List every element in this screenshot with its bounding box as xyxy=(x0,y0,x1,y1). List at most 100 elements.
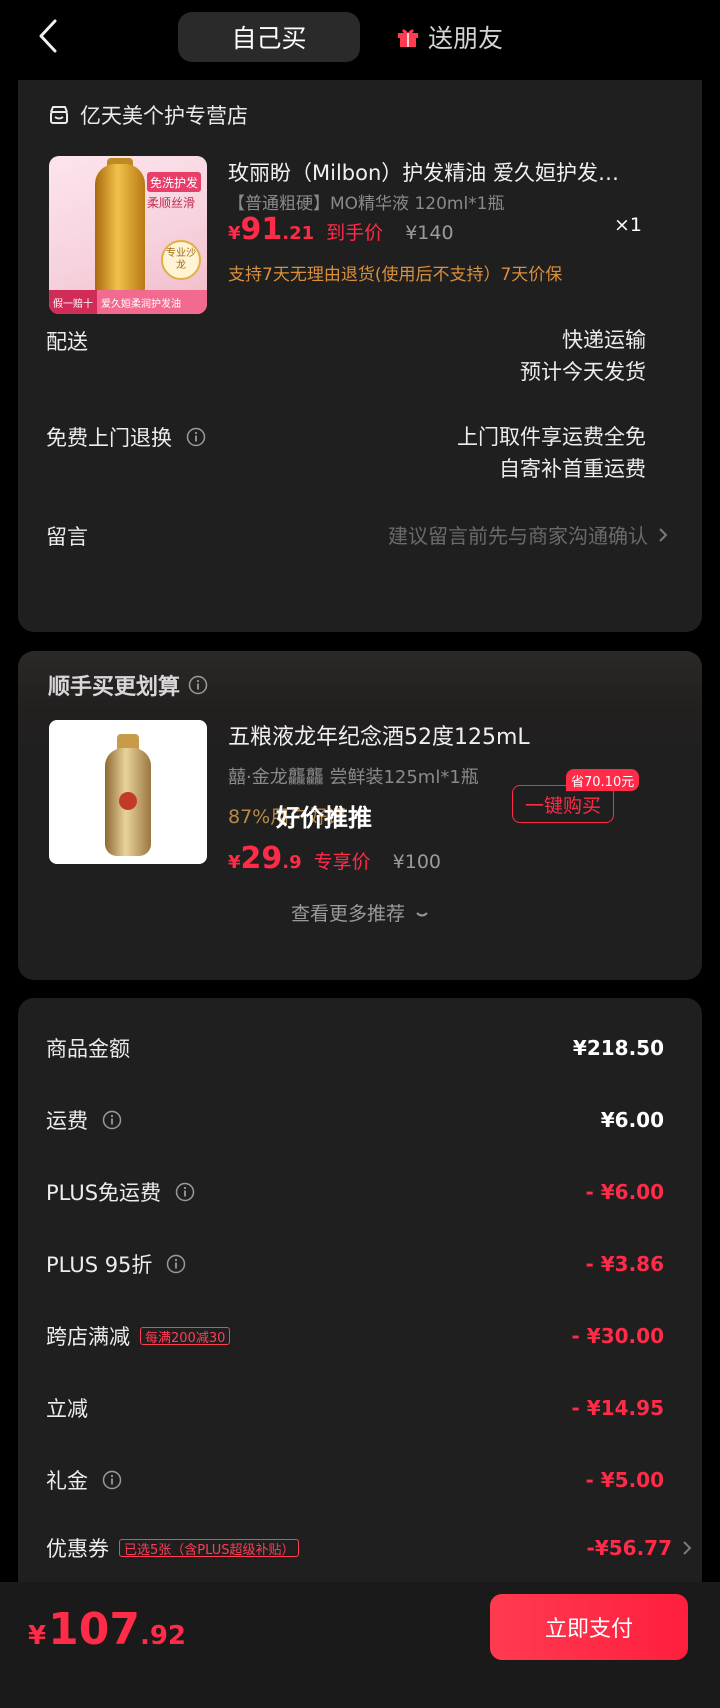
tab-buy-for-self[interactable]: 自己买 xyxy=(178,12,360,62)
summary-label: 立减 xyxy=(46,1397,88,1421)
free-return-info[interactable]: 上门取件享运费全免 自寄补首重运费 xyxy=(457,421,646,485)
bottom-payment-bar: ¥ 107 .92 立即支付 xyxy=(0,1582,720,1708)
summary-label: 优惠券 xyxy=(46,1537,109,1561)
free-return-label: 免费上门退换 xyxy=(46,426,172,450)
coupon-value-wrap: -¥56.77 xyxy=(587,1536,692,1560)
product-title[interactable]: 玫丽盼（Milbon）护发精油 爱久姮护发精… xyxy=(228,157,628,187)
free-return-line2: 自寄补首重运费 xyxy=(499,457,646,481)
image-footer: 假一赔十 爱久姮柔润护发油 xyxy=(49,290,207,314)
original-price: ¥100 xyxy=(392,851,442,873)
summary-row-instant-discount: 立减 - ¥14.95 xyxy=(46,1388,664,1428)
store-name: 亿天美个护专营店 xyxy=(80,104,248,128)
total-decimal: .92 xyxy=(139,1621,187,1651)
summary-label-wrap: PLUS免运费 xyxy=(46,1177,195,1207)
summary-row-plus-discount: PLUS 95折 - ¥3.86 xyxy=(46,1244,664,1284)
summary-label-wrap: PLUS 95折 xyxy=(46,1249,186,1279)
info-icon[interactable] xyxy=(166,1254,186,1274)
coupon-selected-tag: 已选5张（含PLUS超级补贴） xyxy=(119,1539,300,1558)
back-button[interactable] xyxy=(30,16,66,56)
recommendation-title-row: 顺手买更划算 xyxy=(48,669,208,701)
free-return-row: 免费上门退换 xyxy=(46,422,206,452)
see-more-recommendations-link[interactable]: 查看更多推荐 xyxy=(18,899,702,926)
product-image[interactable]: 免洗护发 柔顺丝滑 专业沙龙 假一赔十 爱久姮柔润护发油 xyxy=(49,156,207,314)
summary-row-cross-store-discount: 跨店满减 每满200减30 - ¥30.00 xyxy=(46,1316,664,1356)
price-currency: ¥ xyxy=(228,852,241,873)
info-icon[interactable] xyxy=(102,1470,122,1490)
info-icon[interactable] xyxy=(188,675,208,695)
message-placeholder: 建议留言前先与商家沟通确认 xyxy=(388,524,648,548)
summary-label: PLUS免运费 xyxy=(46,1181,162,1205)
summary-row-gift-money: 礼金 - ¥5.00 xyxy=(46,1460,664,1500)
product-price-row: ¥ 91 .21 到手价 ¥140 xyxy=(228,212,454,252)
image-headline: 柔顺丝滑 xyxy=(147,196,196,210)
tab-self-label: 自己买 xyxy=(231,24,307,53)
summary-row-goods-amount: 商品金额 ¥218.50 xyxy=(46,1028,664,1068)
chevron-right-icon xyxy=(683,1541,692,1555)
pay-now-button[interactable]: 立即支付 xyxy=(490,1594,688,1660)
image-seal: 专业沙龙 xyxy=(161,240,201,280)
summary-label: 运费 xyxy=(46,1109,88,1133)
summary-label-wrap: 运费 xyxy=(46,1105,122,1135)
delivery-info[interactable]: 快递运输 预计今天发货 xyxy=(520,324,646,388)
product-sku[interactable]: 【普通粗硬】MO精华液 120ml*1瓶 xyxy=(228,189,505,214)
summary-value: - ¥3.86 xyxy=(585,1252,664,1276)
discount-rule-tag: 每满200减30 xyxy=(140,1327,231,1346)
summary-value: - ¥5.00 xyxy=(585,1468,664,1492)
info-icon[interactable] xyxy=(102,1110,122,1130)
image-footer-left: 假一赔十 xyxy=(49,290,97,314)
summary-row-shipping: 运费 ¥6.00 xyxy=(46,1100,664,1140)
recommended-product-image[interactable] xyxy=(49,720,207,864)
chevron-down-icon xyxy=(416,912,428,917)
service-promise: 支持7天无理由退货(使用后不支持）7天价保 xyxy=(228,265,563,285)
delivery-method: 快递运输 xyxy=(562,328,646,352)
total-integer: 107 xyxy=(48,1604,140,1655)
top-bar: 自己买 送朋友 xyxy=(0,0,720,78)
summary-label: 跨店满减 xyxy=(46,1325,130,1349)
store-icon xyxy=(50,106,68,124)
free-return-line1: 上门取件享运费全免 xyxy=(457,425,646,449)
recommendation-card: 顺手买更划算 五粮液龙年纪念酒52度125mL 囍·金龙龘龘 尝鲜装125ml*… xyxy=(18,651,702,980)
summary-label: 礼金 xyxy=(46,1469,88,1493)
price-currency: ¥ xyxy=(228,223,241,244)
savings-badge: 省70.10元 xyxy=(566,769,640,791)
image-badge: 免洗护发 xyxy=(147,172,201,192)
original-price: ¥140 xyxy=(405,222,454,244)
chevron-right-icon xyxy=(659,527,668,542)
total-currency: ¥ xyxy=(28,1621,47,1651)
recommended-product-name[interactable]: 五粮液龙年纪念酒52度125mL xyxy=(228,719,530,751)
tab-send-to-friend[interactable]: 送朋友 xyxy=(396,12,503,62)
summary-value: - ¥6.00 xyxy=(585,1180,664,1204)
info-icon[interactable] xyxy=(186,427,206,447)
tab-friend-label: 送朋友 xyxy=(428,24,504,53)
summary-value: - ¥14.95 xyxy=(571,1396,664,1420)
summary-label: PLUS 95折 xyxy=(46,1253,153,1277)
summary-row-plus-free-shipping: PLUS免运费 - ¥6.00 xyxy=(46,1172,664,1212)
price-integer: 91 xyxy=(240,212,283,247)
product-quantity: ×1 xyxy=(614,214,643,236)
summary-value: -¥56.77 xyxy=(586,1536,672,1560)
chevron-left-icon xyxy=(39,19,57,53)
store-order-card: 亿天美个护专营店 免洗护发 柔顺丝滑 专业沙龙 假一赔十 爱久姮柔润护发油 玫丽… xyxy=(18,80,702,632)
info-icon[interactable] xyxy=(175,1182,195,1202)
total-price: ¥ 107 .92 xyxy=(28,1604,186,1655)
store-header[interactable]: 亿天美个护专营店 xyxy=(48,98,248,132)
good-price-overlay: 好价推推 xyxy=(276,804,372,832)
message-input[interactable]: 建议留言前先与商家沟通确认 xyxy=(388,520,668,549)
price-decimal: .9 xyxy=(282,852,302,873)
summary-label-wrap: 跨店满减 每满200减30 xyxy=(46,1321,231,1351)
summary-label-wrap: 礼金 xyxy=(46,1465,122,1495)
summary-label-wrap: 优惠券 已选5张（含PLUS超级补贴） xyxy=(46,1533,300,1563)
message-label: 留言 xyxy=(46,525,88,549)
delivery-eta: 预计今天发货 xyxy=(520,360,646,384)
image-footer-right: 爱久姮柔润护发油 xyxy=(101,298,181,310)
summary-value: ¥6.00 xyxy=(600,1108,664,1132)
recommended-product-sku: 囍·金龙龘龘 尝鲜装125ml*1瓶 xyxy=(228,767,479,788)
bottle-seal-graphic xyxy=(119,792,137,810)
price-integer: 29 xyxy=(240,841,283,876)
price-label: 专享价 xyxy=(313,851,371,873)
price-label: 到手价 xyxy=(326,222,384,244)
delivery-label: 配送 xyxy=(46,330,88,354)
summary-label: 商品金额 xyxy=(46,1037,130,1061)
summary-row-coupon[interactable]: 优惠券 已选5张（含PLUS超级补贴） -¥56.77 xyxy=(46,1528,692,1568)
recommendation-title: 顺手买更划算 xyxy=(48,675,181,700)
